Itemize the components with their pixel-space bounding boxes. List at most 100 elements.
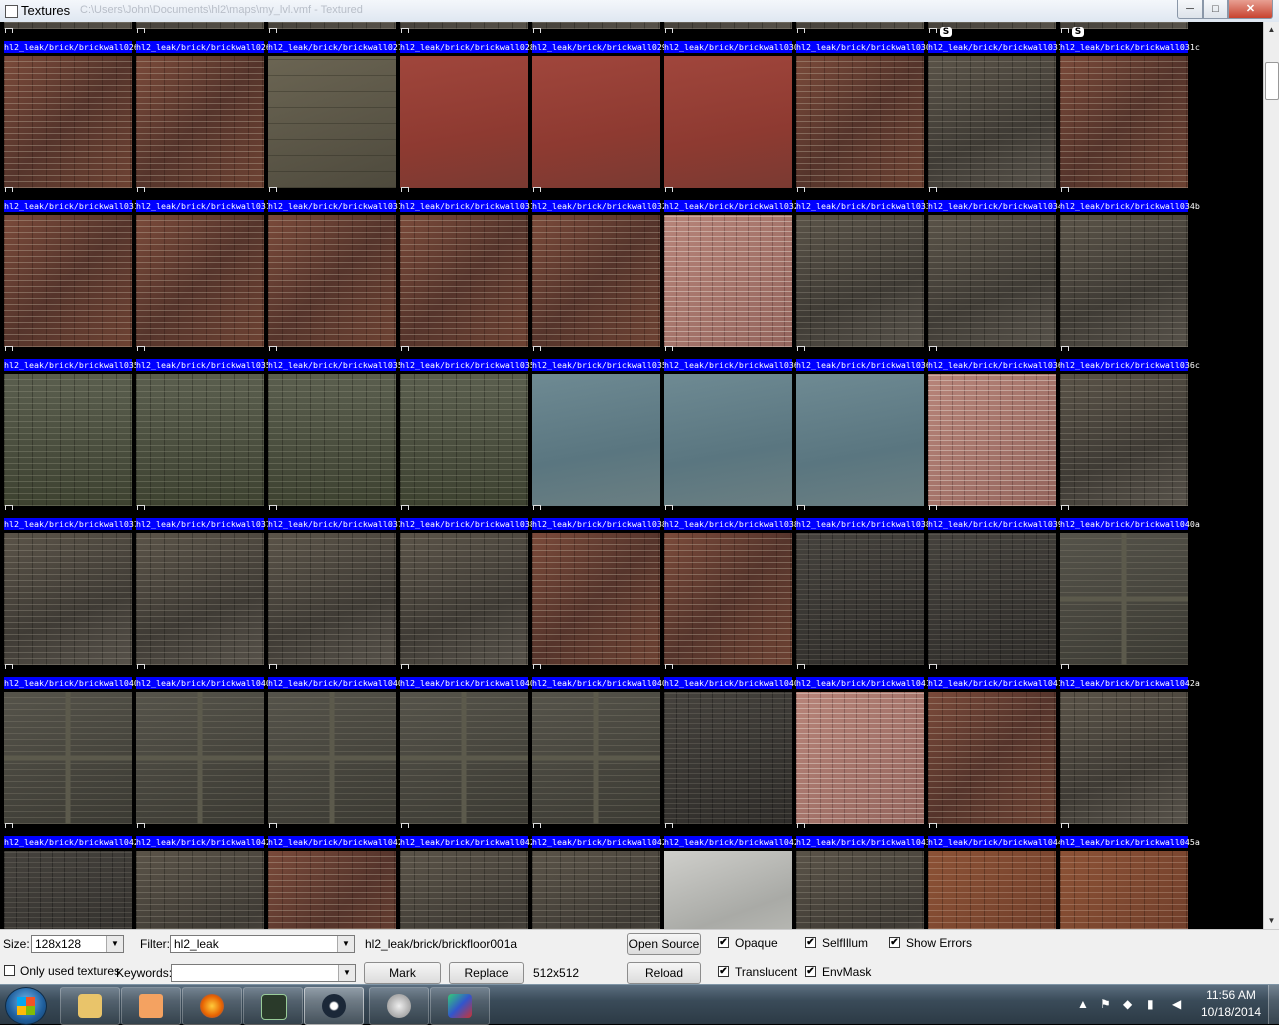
- replace-button[interactable]: Replace: [449, 962, 524, 984]
- texture-thumbnail[interactable]: [1060, 533, 1188, 665]
- tray-expand-icon[interactable]: ▲: [1077, 997, 1089, 1011]
- texture-cell[interactable]: hl2_leak/brick/brickwall040: [0, 658, 139, 824]
- texture-cell[interactable]: hl2_leak/brick/brickwall043: [792, 817, 931, 929]
- texture-cell[interactable]: hl2_leak/brick/brickwall040a: [1056, 499, 1200, 665]
- texture-cell[interactable]: hl2_leak/brick/brickwall027: [264, 22, 403, 188]
- texture-thumbnail[interactable]: [928, 56, 1056, 188]
- keywords-dropdown[interactable]: ▼: [171, 964, 356, 982]
- texture-grid[interactable]: hl2_leak/brick/brickwall026 hl2_leak/bric…: [0, 22, 1263, 929]
- texture-cell[interactable]: hl2_leak/brick/brickwall035: [0, 340, 139, 506]
- texture-thumbnail[interactable]: [4, 533, 132, 665]
- network-signal-icon[interactable]: ▮: [1147, 997, 1154, 1011]
- texture-thumbnail[interactable]: [1060, 692, 1188, 824]
- reload-button[interactable]: Reload: [627, 962, 701, 984]
- texture-cell[interactable]: hl2_leak/brick/brickwall040: [264, 658, 403, 824]
- texture-thumbnail[interactable]: [268, 374, 396, 506]
- show-desktop-button[interactable]: [1268, 985, 1279, 1024]
- texture-cell[interactable]: hl2_leak/brick/brickwall030: [792, 22, 931, 188]
- texture-thumbnail[interactable]: [796, 215, 924, 347]
- texture-thumbnail[interactable]: [928, 374, 1056, 506]
- texture-cell[interactable]: hl2_leak/brick/brickwall040: [660, 658, 799, 824]
- texture-thumbnail[interactable]: [532, 692, 660, 824]
- texture-thumbnail[interactable]: [4, 374, 132, 506]
- texture-cell[interactable]: hl2_leak/brick/brickwall026: [0, 22, 139, 188]
- texture-cell[interactable]: hl2_leak/brick/brickwall036: [924, 340, 1063, 506]
- texture-thumbnail[interactable]: [400, 533, 528, 665]
- texture-cell[interactable]: hl2_leak/brick/brickwall042: [264, 817, 403, 929]
- taskbar-tool[interactable]: [430, 987, 490, 1025]
- texture-cell[interactable]: hl2_leak/brick/brickwall037: [132, 499, 271, 665]
- texture-cell[interactable]: hl2_leak/brick/brickwall035: [528, 340, 667, 506]
- start-button[interactable]: [5, 987, 47, 1025]
- texture-thumbnail[interactable]: [268, 215, 396, 347]
- taskbar-steam[interactable]: [304, 987, 364, 1025]
- texture-cell[interactable]: hl2_leak/brick/brickwall035: [132, 340, 271, 506]
- texture-thumbnail[interactable]: [136, 851, 264, 929]
- texture-thumbnail[interactable]: [796, 692, 924, 824]
- mark-button[interactable]: Mark: [364, 962, 441, 984]
- texture-cell[interactable]: hl2_leak/brick/brickwall032: [660, 181, 799, 347]
- texture-thumbnail[interactable]: [796, 56, 924, 188]
- selfillum-checkbox[interactable]: ✔: [805, 937, 816, 948]
- texture-thumbnail[interactable]: [1060, 215, 1188, 347]
- texture-thumbnail[interactable]: [532, 374, 660, 506]
- texture-cell[interactable]: hl2_leak/brick/brickwall044: [924, 817, 1063, 929]
- texture-thumbnail[interactable]: [664, 374, 792, 506]
- size-dropdown[interactable]: 128x128 ▼: [31, 935, 124, 953]
- texture-cell[interactable]: Shl2_leak/brick/brickwall031c: [1056, 22, 1200, 188]
- texture-thumbnail[interactable]: [928, 851, 1056, 929]
- texture-thumbnail[interactable]: [664, 851, 792, 929]
- texture-thumbnail[interactable]: [400, 851, 528, 929]
- texture-cell[interactable]: hl2_leak/brick/brickwall026: [132, 22, 271, 188]
- texture-thumbnail[interactable]: [4, 215, 132, 347]
- texture-thumbnail[interactable]: [1060, 374, 1188, 506]
- texture-cell[interactable]: hl2_leak/brick/brickwall042a: [1056, 658, 1200, 824]
- filter-dropdown[interactable]: hl2_leak ▼: [170, 935, 355, 953]
- clock-time[interactable]: 11:56 AM: [1196, 988, 1266, 1002]
- open-source-button[interactable]: Open Source: [627, 933, 701, 955]
- texture-cell[interactable]: hl2_leak/brick/brickwall040: [132, 658, 271, 824]
- texture-cell[interactable]: hl2_leak/brick/brickwall034: [924, 181, 1063, 347]
- texture-thumbnail[interactable]: [796, 374, 924, 506]
- close-button[interactable]: ✕: [1228, 0, 1273, 19]
- texture-thumbnail[interactable]: [136, 56, 264, 188]
- texture-thumbnail[interactable]: [400, 215, 528, 347]
- texture-cell[interactable]: hl2_leak/brick/brickwall041: [924, 658, 1063, 824]
- texture-cell[interactable]: hl2_leak/brick/brickwall041: [792, 658, 931, 824]
- texture-thumbnail[interactable]: [664, 692, 792, 824]
- texture-cell[interactable]: hl2_leak/brick/brickwall038: [792, 499, 931, 665]
- scroll-thumb[interactable]: [1265, 62, 1279, 100]
- texture-thumbnail[interactable]: [400, 692, 528, 824]
- texture-cell[interactable]: hl2_leak/brick/brickwall040: [396, 658, 535, 824]
- texture-cell[interactable]: hl2_leak/brick/brickwall028: [396, 22, 535, 188]
- texture-cell[interactable]: hl2_leak/brick/brickwall042: [660, 817, 799, 929]
- texture-cell[interactable]: hl2_leak/brick/brickwall045a: [1056, 817, 1200, 929]
- texture-cell[interactable]: hl2_leak/brick/brickwall030: [660, 22, 799, 188]
- texture-thumbnail[interactable]: [664, 215, 792, 347]
- texture-cell[interactable]: hl2_leak/brick/brickwall031: [396, 181, 535, 347]
- texture-thumbnail[interactable]: [268, 56, 396, 188]
- texture-cell[interactable]: hl2_leak/brick/brickwall038: [660, 499, 799, 665]
- vertical-scrollbar[interactable]: ▲ ▼: [1263, 22, 1279, 929]
- texture-cell[interactable]: hl2_leak/brick/brickwall040: [528, 658, 667, 824]
- taskbar-firefox[interactable]: [182, 987, 242, 1025]
- texture-cell[interactable]: hl2_leak/brick/brickwall035: [396, 340, 535, 506]
- texture-cell[interactable]: hl2_leak/brick/brickwall038: [396, 499, 535, 665]
- envmask-checkbox[interactable]: ✔: [805, 966, 816, 977]
- taskbar-speaker-app[interactable]: [369, 987, 429, 1025]
- taskbar-hammer[interactable]: [243, 987, 303, 1025]
- texture-cell[interactable]: hl2_leak/brick/brickwall036: [660, 340, 799, 506]
- only-used-textures-checkbox[interactable]: [4, 965, 15, 976]
- texture-cell[interactable]: hl2_leak/brick/brickwall038: [528, 499, 667, 665]
- texture-thumbnail[interactable]: [532, 56, 660, 188]
- scroll-up-arrow-icon[interactable]: ▲: [1264, 22, 1279, 38]
- texture-cell[interactable]: hl2_leak/brick/brickwall042: [396, 817, 535, 929]
- texture-thumbnail[interactable]: [796, 533, 924, 665]
- texture-thumbnail[interactable]: [1060, 56, 1188, 188]
- texture-thumbnail[interactable]: [532, 533, 660, 665]
- texture-thumbnail[interactable]: [268, 692, 396, 824]
- texture-thumbnail[interactable]: [268, 533, 396, 665]
- texture-cell[interactable]: hl2_leak/brick/brickwall033: [792, 181, 931, 347]
- texture-thumbnail[interactable]: [400, 374, 528, 506]
- maximize-button[interactable]: □: [1203, 0, 1228, 19]
